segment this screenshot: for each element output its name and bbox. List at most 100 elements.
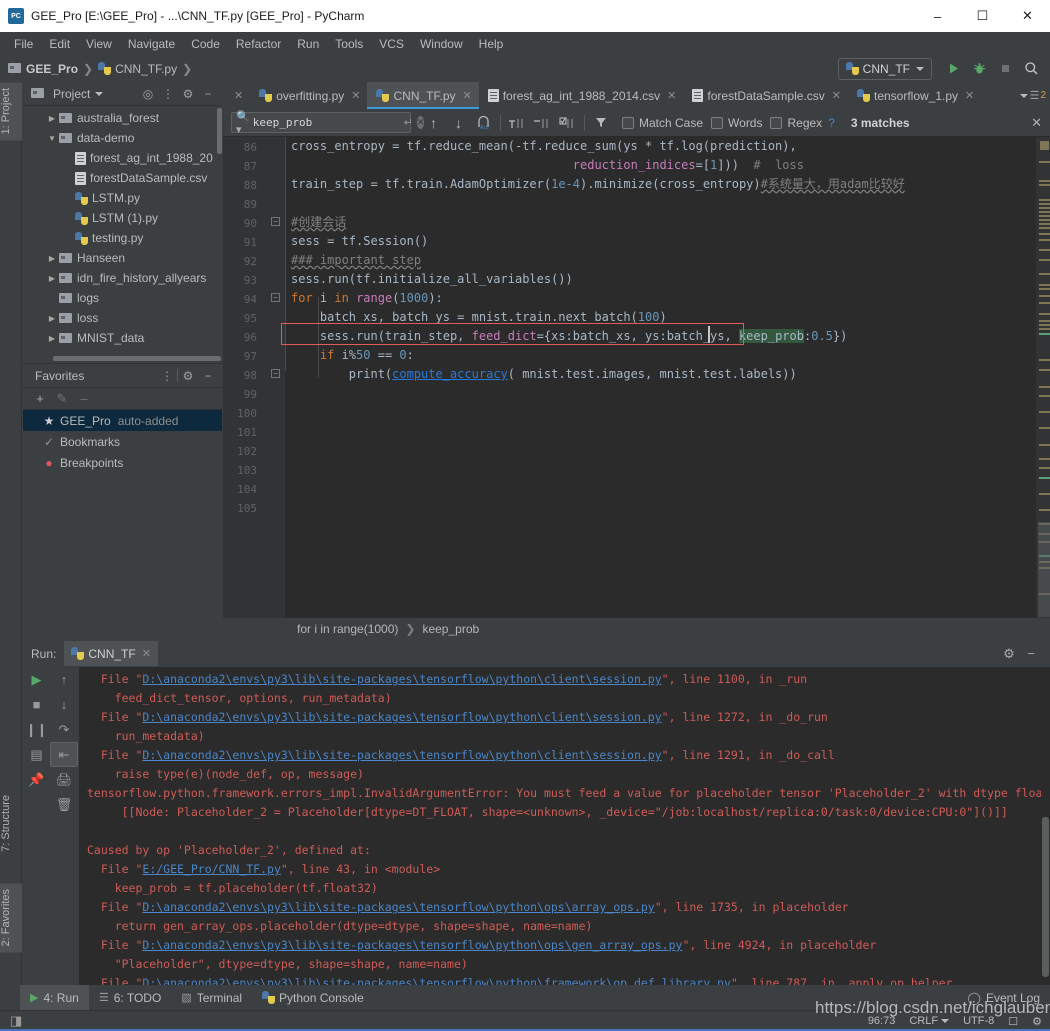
breadcrumb-project[interactable]: GEE_Pro [26, 62, 78, 76]
print-icon[interactable]: 🖨 [50, 767, 78, 792]
expand-arrow-icon[interactable]: ▶ [45, 254, 59, 263]
stripe-marker[interactable] [1039, 509, 1050, 511]
gear-icon[interactable]: ⚙ [178, 84, 198, 104]
checkbox-box[interactable] [622, 116, 634, 129]
tree-item-lstm-py[interactable]: LSTM.py [23, 188, 222, 208]
menu-tools[interactable]: Tools [327, 35, 371, 53]
sidebar-item-favorites[interactable]: 2: Favorites [0, 882, 22, 952]
debug-button[interactable] [966, 58, 992, 80]
close-icon[interactable]: ✕ [351, 89, 360, 102]
project-view-chevron-down-icon[interactable] [95, 91, 104, 96]
code-editor[interactable]: 86 87 88 89 90 91 92 93 94 95 96 97 98 9… [223, 137, 1050, 618]
menu-vcs[interactable]: VCS [371, 35, 412, 53]
console-link[interactable]: D:\anaconda2\envs\py3\lib\site-packages\… [142, 900, 654, 914]
console-link[interactable]: D:\anaconda2\envs\py3\lib\site-packages\… [142, 748, 661, 762]
stripe-marker[interactable] [1039, 161, 1050, 163]
stripe-marker[interactable] [1039, 386, 1050, 388]
close-icon[interactable]: ✕ [463, 89, 472, 102]
lock-icon[interactable]: ☐ [1008, 1015, 1018, 1028]
bottom-tab-terminal[interactable]: ▧ Terminal [171, 985, 252, 1010]
hide-panel-icon[interactable]: − [198, 84, 218, 104]
stripe-marker-green[interactable] [1039, 333, 1050, 335]
expand-arrow-icon[interactable]: ▶ [45, 114, 59, 123]
pin-icon[interactable]: 📌 [23, 767, 50, 792]
stripe-marker[interactable] [1039, 359, 1050, 361]
stripe-marker[interactable] [1039, 467, 1050, 469]
spellcheck-icon[interactable]: ⚙ [1032, 1015, 1042, 1028]
sidebar-item-project[interactable]: 1: Project [0, 82, 22, 141]
stripe-marker[interactable] [1039, 295, 1050, 297]
remove-occurrence-icon[interactable] [530, 111, 555, 135]
fold-marker-comment[interactable]: − [271, 217, 280, 226]
console-link[interactable]: D:\anaconda2\envs\py3\lib\site-packages\… [142, 710, 661, 724]
bottom-tab-run[interactable]: ▶ 4: Run [20, 985, 89, 1010]
stripe-marker[interactable] [1039, 203, 1050, 205]
stripe-marker[interactable] [1039, 219, 1050, 221]
down-arrow-icon[interactable]: ↓ [50, 692, 78, 717]
run-tab-cnn-tf[interactable]: CNN_TF ✕ [64, 641, 158, 666]
tree-item-australia-forest[interactable]: ▶ australia_forest [23, 108, 222, 128]
close-find-bar-icon[interactable]: ✕ [1031, 115, 1042, 131]
caret-position[interactable]: 96:73 [868, 1015, 896, 1027]
expand-arrow-icon[interactable]: ▶ [45, 334, 59, 343]
maximize-button[interactable]: ☐ [960, 0, 1005, 32]
stripe-marker[interactable] [1039, 313, 1050, 315]
stripe-marker[interactable] [1039, 249, 1050, 251]
rerun-icon[interactable]: ▶ [23, 667, 50, 692]
gear-icon[interactable]: ⚙ [998, 646, 1020, 662]
fold-marker-if[interactable]: − [271, 369, 280, 378]
close-icon[interactable]: ✕ [667, 89, 676, 102]
stripe-marker[interactable] [1039, 239, 1050, 241]
breadcrumb-scope-keep-prob[interactable]: keep_prob [422, 622, 479, 636]
stripe-marker[interactable] [1039, 211, 1050, 213]
stripe-marker[interactable] [1039, 259, 1050, 261]
tree-item-idn-fire-history[interactable]: ▶ idn_fire_history_allyears [23, 268, 222, 288]
stripe-marker[interactable] [1039, 227, 1050, 229]
add-occurrence-icon[interactable] [505, 111, 530, 135]
stripe-marker[interactable] [1039, 284, 1050, 286]
add-favorite-icon[interactable]: + [29, 391, 51, 406]
pause-icon[interactable]: ❙❙ [23, 717, 50, 742]
close-button[interactable]: ✕ [1005, 0, 1050, 32]
stripe-marker[interactable] [1039, 273, 1050, 275]
menu-window[interactable]: Window [412, 35, 471, 53]
menu-navigate[interactable]: Navigate [120, 35, 183, 53]
run-configuration-selector[interactable]: CNN_TF [837, 57, 932, 80]
close-icon[interactable]: ✕ [142, 647, 151, 660]
stripe-marker[interactable] [1039, 207, 1050, 209]
menu-help[interactable]: Help [471, 35, 512, 53]
menu-run[interactable]: Run [289, 35, 327, 53]
fold-marker-for[interactable]: − [271, 293, 280, 302]
close-icon[interactable]: ✕ [965, 89, 974, 102]
minimize-button[interactable]: – [915, 0, 960, 32]
project-tree-scrollbar[interactable] [217, 108, 222, 154]
collapse-all-icon[interactable]: ⋮ [158, 84, 178, 104]
search-everywhere-icon[interactable] [1018, 58, 1044, 80]
stripe-marker[interactable] [1039, 411, 1050, 413]
tree-item-forest-ag-int[interactable]: forest_ag_int_1988_20 [23, 148, 222, 168]
tab-scroll-left[interactable]: ✕ [223, 82, 250, 109]
stripe-marker[interactable] [1039, 369, 1050, 371]
find-previous-button[interactable]: ↑ [421, 111, 446, 135]
find-next-button[interactable]: ↓ [446, 111, 471, 135]
menu-refactor[interactable]: Refactor [228, 35, 289, 53]
event-log-button[interactable]: ◯ Event Log [968, 991, 1050, 1005]
breadcrumb-scope-for[interactable]: for i in range(1000) [297, 622, 398, 636]
close-icon[interactable]: ✕ [234, 89, 243, 102]
stripe-marker[interactable] [1039, 444, 1050, 446]
layout-icon[interactable]: ▤ [23, 742, 50, 767]
favorites-item-breakpoints[interactable]: ● Breakpoints [23, 452, 222, 473]
menu-file[interactable]: File [6, 35, 41, 53]
stripe-marker[interactable] [1040, 141, 1049, 150]
gear-icon[interactable]: ⚙ [178, 366, 198, 386]
hide-panel-icon[interactable]: − [198, 366, 218, 386]
search-input[interactable] [252, 116, 400, 129]
stripe-marker[interactable] [1039, 427, 1050, 429]
tree-item-mnist-data[interactable]: ▶ MNIST_data [23, 328, 222, 348]
stripe-marker[interactable] [1039, 288, 1050, 290]
project-tree[interactable]: ▶ australia_forest ▼ data-demo forest_ag… [23, 106, 222, 361]
favorites-list[interactable]: ★ GEE_Pro auto-added ✓ Bookmarks ● Break… [23, 410, 222, 473]
tree-item-logs[interactable]: logs [23, 288, 222, 308]
favorites-item-gee-pro[interactable]: ★ GEE_Pro auto-added [23, 410, 222, 431]
stripe-marker[interactable] [1039, 320, 1050, 322]
